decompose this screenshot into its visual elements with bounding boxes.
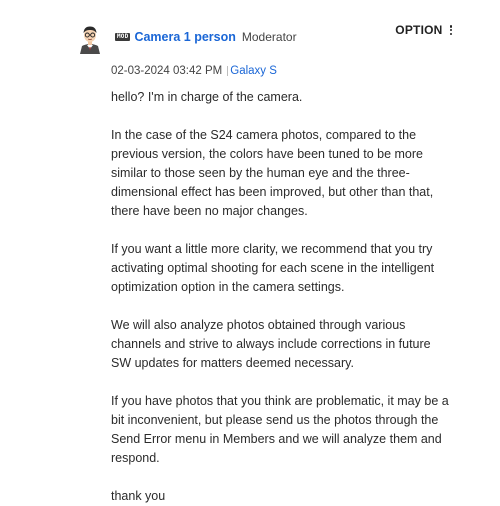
post-header: MOD Camera 1 person Moderator — [115, 28, 297, 46]
forum-post: MOD Camera 1 person Moderator OPTION 02-… — [0, 0, 500, 505]
author-name-link[interactable]: Camera 1 person — [134, 30, 235, 44]
post-paragraph: If you want a little more clarity, we re… — [111, 242, 435, 294]
post-paragraph: hello? I'm in charge of the camera. — [111, 90, 303, 104]
post-paragraph: If you have photos that you think are pr… — [111, 394, 449, 465]
avatar[interactable] — [77, 24, 103, 54]
author-role: Moderator — [241, 30, 297, 44]
board-link[interactable]: Galaxy S — [230, 65, 277, 77]
meta-divider — [227, 66, 229, 76]
post-paragraph: thank you — [111, 489, 166, 503]
post-paragraph: In the case of the S24 camera photos, co… — [111, 128, 434, 218]
post-body: hello? I'm in charge of the camera. In t… — [111, 88, 451, 506]
post-meta: 02-03-2024 03:42 PM Galaxy S — [111, 65, 277, 77]
post-paragraph: We will also analyze photos obtained thr… — [111, 318, 431, 370]
moderator-badge: MOD — [115, 33, 131, 41]
post-date: 02-03-2024 03:42 PM — [111, 65, 223, 77]
kebab-vertical-icon — [449, 25, 452, 35]
option-menu-button[interactable]: OPTION — [395, 23, 452, 37]
option-label: OPTION — [395, 23, 443, 37]
person-avatar-icon — [80, 26, 100, 54]
